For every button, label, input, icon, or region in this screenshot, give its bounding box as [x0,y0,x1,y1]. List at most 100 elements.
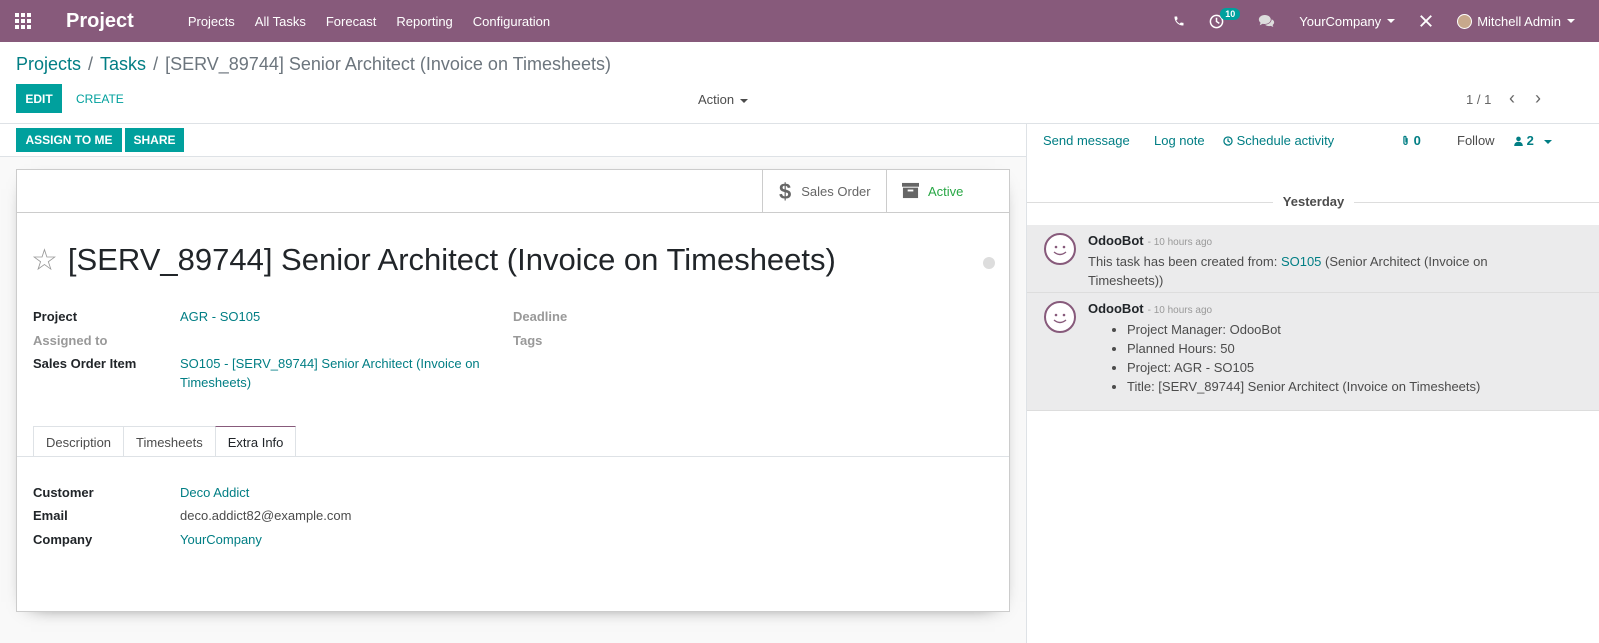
customer-value[interactable]: Deco Addict [180,485,249,500]
archive-icon [901,182,920,202]
tab-divider [17,456,1009,457]
tracking-item: Planned Hours: 50 [1127,339,1480,358]
user-avatar [1457,13,1473,29]
phone-icon[interactable] [1161,0,1197,42]
menu-reporting[interactable]: Reporting [386,14,462,29]
edit-button[interactable]: EDIT [16,84,62,113]
menu-projects[interactable]: Projects [178,14,245,29]
attachments-button[interactable]: 0 [1401,133,1421,148]
company-switcher[interactable]: YourCompany [1287,0,1407,42]
menu-configuration[interactable]: Configuration [463,14,560,29]
menu-forecast[interactable]: Forecast [316,14,387,29]
followers-button[interactable]: 2 [1514,133,1552,148]
sales-order-item-value[interactable]: SO105 - [SERV_89744] Senior Architect (I… [180,356,480,371]
notebook-tabs: Description Timesheets Extra Info [33,426,297,457]
active-toggle-button[interactable]: Active [886,170,1009,213]
action-dropdown[interactable]: Action [698,92,749,107]
task-title-row: ☆ [SERV_89744] Senior Architect (Invoice… [31,242,836,278]
user-menu[interactable]: Mitchell Admin [1445,0,1599,42]
task-title[interactable]: [SERV_89744] Senior Architect (Invoice o… [68,242,836,278]
chevron-down-icon [1567,19,1575,23]
create-button[interactable]: CREATE [76,92,124,106]
chatter-message: OdooBot- 10 hours ago Project Manager: O… [1027,293,1599,411]
clock-icon [1223,133,1237,148]
day-label: Yesterday [1272,194,1355,209]
author-name[interactable]: OdooBot [1088,301,1144,316]
activity-count-badge: 10 [1220,8,1241,20]
send-message-button[interactable]: Send message [1043,133,1130,148]
star-icon[interactable]: ☆ [31,243,58,278]
company-value[interactable]: YourCompany [180,532,262,547]
tab-timesheets[interactable]: Timesheets [123,426,216,457]
attachments-count: 0 [1413,133,1421,148]
odoobot-avatar[interactable] [1044,233,1076,265]
day-separator: Yesterday [1027,194,1599,209]
breadcrumb-tasks[interactable]: Tasks [100,54,146,75]
form-statusbar: ASSIGN TO ME SHARE [0,124,1026,157]
form-sheet: $ Sales Order Active ☆ [SERV_89744] Seni… [16,169,1010,612]
chatter-topbar: Send message Log note Schedule activity … [1027,124,1599,157]
sales-order-smart-button[interactable]: $ Sales Order [762,170,886,213]
follow-button[interactable]: Follow [1457,133,1495,148]
pager-value[interactable]: 1 / 1 [1466,92,1491,107]
company-label: Company [33,532,93,547]
followers-count: 2 [1526,133,1534,148]
tracking-item: Project Manager: OdooBot [1127,320,1480,339]
message-text-end: Timesheets)) [1088,273,1164,288]
project-label: Project [33,309,78,324]
breadcrumb-projects[interactable]: Projects [16,54,81,75]
sales-order-item-value-cont[interactable]: Timesheets) [180,375,251,390]
chevron-down-icon [1543,139,1552,144]
odoobot-avatar[interactable] [1044,301,1076,333]
message-author: OdooBot - 10 hours ago [1088,233,1212,248]
message-author: OdooBot - 10 hours ago [1088,301,1212,316]
pager-previous-icon[interactable]: ‹ [1502,88,1522,108]
paperclip-icon [1401,133,1414,148]
breadcrumb-current: [SERV_89744] Senior Architect (Invoice o… [165,54,611,74]
dollar-icon: $ [779,178,792,204]
schedule-activity-label: Schedule activity [1236,133,1335,148]
assign-to-me-button[interactable]: ASSIGN TO ME [16,128,122,152]
schedule-activity-button[interactable]: Schedule activity [1223,133,1334,148]
smart-button-box: $ Sales Order Active [17,170,1009,213]
tab-extra-info[interactable]: Extra Info [214,426,297,457]
sales-order-item-label: Sales Order Item [33,356,137,371]
message-text: This task has been created from: [1088,254,1281,269]
message-body: This task has been created from: SO105 (… [1088,252,1488,290]
deadline-label: Deadline [513,309,568,324]
share-button[interactable]: SHARE [125,128,184,152]
activity-icon[interactable]: 10 [1197,0,1241,42]
control-panel: Projects / Tasks / [SERV_89744] Senior A… [0,42,1599,124]
author-name[interactable]: OdooBot [1088,233,1144,248]
chatter: Send message Log note Schedule activity … [1026,124,1599,643]
messaging-icon[interactable] [1246,0,1287,42]
sales-order-label: Sales Order [801,184,871,199]
user-name: Mitchell Admin [1477,13,1561,29]
top-navbar: Project Projects All Tasks Forecast Repo… [0,0,1599,42]
breadcrumb-separator: / [88,54,94,74]
message-link-so[interactable]: SO105 [1281,254,1321,269]
company-name: YourCompany [1299,13,1382,29]
email-label: Email [33,508,68,523]
message-text-cont: (Senior Architect (Invoice on [1321,254,1488,269]
active-label: Active [928,184,964,199]
assigned-to-label: Assigned to [33,333,108,348]
project-value[interactable]: AGR - SO105 [180,309,260,324]
action-label: Action [698,92,735,107]
tracking-item: Project: AGR - SO105 [1127,358,1480,377]
message-time: - 10 hours ago [1147,237,1213,248]
breadcrumb: Projects / Tasks / [SERV_89744] Senior A… [16,54,611,75]
user-icon [1514,133,1527,148]
menu-all-tasks[interactable]: All Tasks [245,14,316,29]
tab-description[interactable]: Description [33,426,125,457]
app-menu-icon[interactable] [0,0,46,42]
debug-tools-icon[interactable] [1407,0,1445,42]
message-time: - 10 hours ago [1147,305,1213,316]
pager-next-icon[interactable]: › [1528,88,1548,108]
kanban-state-indicator[interactable] [983,257,995,269]
app-brand[interactable]: Project [66,10,134,33]
log-note-button[interactable]: Log note [1154,133,1205,148]
main-menu: Projects All Tasks Forecast Reporting Co… [178,14,560,29]
breadcrumb-separator: / [153,54,159,74]
chevron-down-icon [740,98,749,103]
